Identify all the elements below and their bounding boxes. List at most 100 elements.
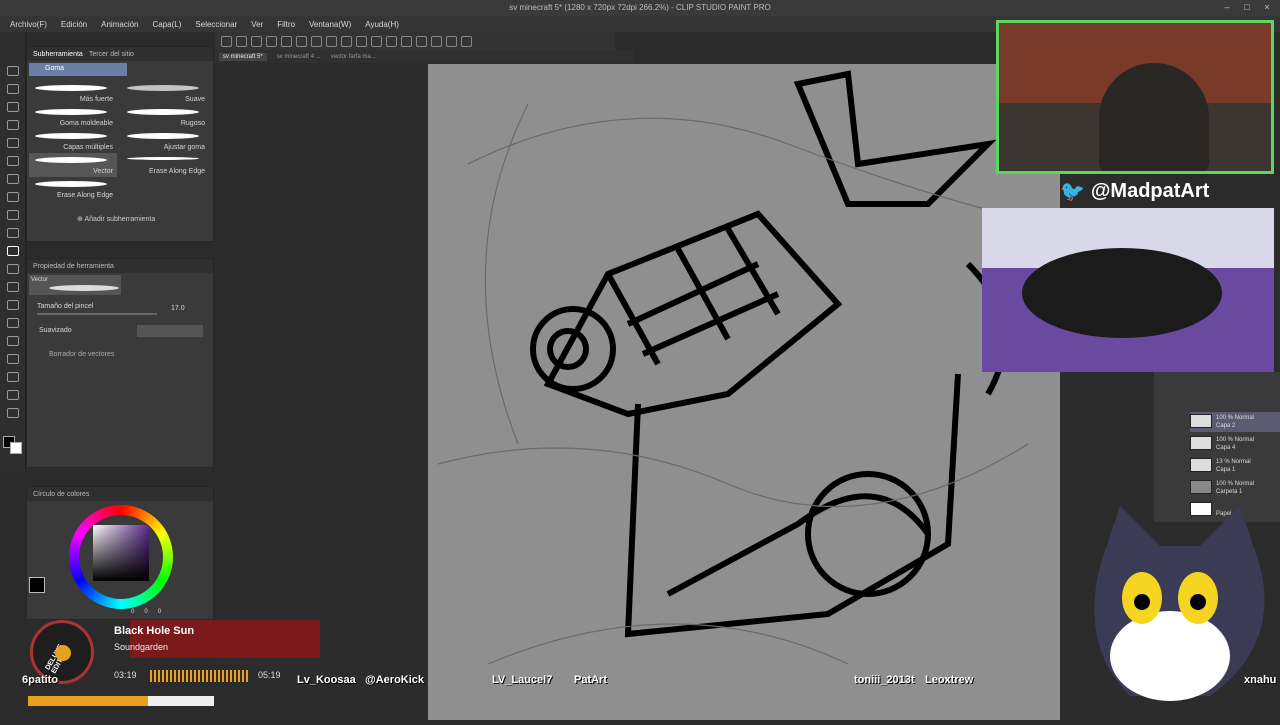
new-file-icon[interactable] xyxy=(221,35,232,47)
layer-thumbnail xyxy=(1190,458,1212,472)
brush-label: Más fuerte xyxy=(79,96,113,103)
brush-icon[interactable] xyxy=(386,35,397,47)
close-icon[interactable]: × xyxy=(1258,2,1276,13)
brush-goma-moldeable[interactable]: Goma moldeable xyxy=(29,105,117,129)
grid-icon[interactable] xyxy=(461,35,472,47)
brush-suave[interactable]: Suave xyxy=(121,81,209,105)
layer-row[interactable]: 13 % Normal Capa 1 xyxy=(1190,456,1280,476)
sub-color-swatch[interactable] xyxy=(10,442,22,454)
add-subtool-button[interactable]: ⊕ Añadir subherramienta xyxy=(77,215,155,223)
cat-webcam xyxy=(982,208,1274,372)
brush-vector[interactable]: Vector xyxy=(29,153,117,177)
zoom-icon[interactable] xyxy=(7,66,19,76)
menu-ver[interactable]: Ver xyxy=(251,20,263,29)
flip-icon[interactable] xyxy=(431,35,442,47)
folder-icon xyxy=(1190,480,1212,494)
menu-capa[interactable]: Capa(L) xyxy=(153,20,182,29)
menu-edicion[interactable]: Edición xyxy=(61,20,87,29)
open-file-icon[interactable] xyxy=(236,35,247,47)
snap-special-ruler-icon[interactable] xyxy=(371,35,382,47)
brush-label: Ajustar goma xyxy=(163,144,205,151)
layer-row[interactable]: 100 % Normal Carpeta 1 xyxy=(1190,478,1280,498)
brush-capas-multiples[interactable]: Capas múltiples xyxy=(29,129,117,153)
tab-sv-minecraft-4[interactable]: sv minecraft 4 ... xyxy=(277,54,321,60)
eraser-icon[interactable] xyxy=(7,246,19,256)
maximize-icon[interactable]: □ xyxy=(1238,2,1256,13)
pen-icon[interactable] xyxy=(7,156,19,166)
layer-row[interactable]: 100 % Normal Capa 4 xyxy=(1190,434,1280,454)
correct-line-icon[interactable] xyxy=(7,408,19,418)
minimize-icon[interactable]: – xyxy=(1218,2,1236,13)
frame-icon[interactable] xyxy=(7,336,19,346)
smoothing-selector[interactable] xyxy=(137,325,203,337)
vector-eraser-label: Borrador de vectores xyxy=(49,351,115,358)
chat-name: @AeroKick xyxy=(365,674,425,686)
save-icon[interactable] xyxy=(251,35,262,47)
current-color-swatch[interactable] xyxy=(29,577,45,593)
fill-tool-icon[interactable] xyxy=(7,282,19,292)
menu-ayuda[interactable]: Ayuda(H) xyxy=(365,20,399,29)
select-icon[interactable] xyxy=(416,35,427,47)
menu-seleccionar[interactable]: Seleccionar xyxy=(195,20,237,29)
chat-name: Leoxtrew xyxy=(925,674,974,686)
brush-erase-along-edge[interactable]: Erase Along Edge xyxy=(121,153,209,177)
fill-icon[interactable] xyxy=(401,35,412,47)
tab-tercer[interactable]: Tercer del sitio xyxy=(89,51,134,58)
brush-erase-along-edge-2[interactable]: Erase Along Edge xyxy=(29,177,117,201)
redo-icon[interactable] xyxy=(296,35,307,47)
gradient-icon[interactable] xyxy=(7,300,19,310)
ruler-icon[interactable] xyxy=(7,354,19,364)
decoration-icon[interactable] xyxy=(7,228,19,238)
text-icon[interactable] xyxy=(7,372,19,382)
blend-icon[interactable] xyxy=(7,264,19,274)
menu-animacion[interactable]: Animación xyxy=(101,20,138,29)
subtool-group-goma[interactable]: Goma xyxy=(29,63,127,76)
brush-size-value[interactable]: 17.0 xyxy=(171,305,185,312)
tab-subherramienta[interactable]: Subherramienta xyxy=(33,51,83,58)
balloon-icon[interactable] xyxy=(7,390,19,400)
brush-rugoso[interactable]: Rugoso xyxy=(121,105,209,129)
subtool-panel: Subherramienta Tercer del sitio Goma Más… xyxy=(26,46,214,242)
menu-ventana[interactable]: Ventana(W) xyxy=(309,20,351,29)
layer-row[interactable]: 100 % Normal Capa 2 xyxy=(1190,412,1280,432)
eyedropper-icon[interactable] xyxy=(7,138,19,148)
rotate-icon[interactable] xyxy=(446,35,457,47)
print-icon[interactable] xyxy=(266,35,277,47)
drawing-canvas[interactable] xyxy=(428,64,1060,720)
twitter-handle: 🐦 @MadpatArt xyxy=(1060,178,1250,204)
handle-text: @MadpatArt xyxy=(1090,179,1210,202)
tab-vector-farfa[interactable]: vector farfa ma... xyxy=(331,54,376,60)
crop-icon[interactable] xyxy=(341,35,352,47)
record-center xyxy=(55,645,71,661)
figure-icon[interactable] xyxy=(7,318,19,328)
menu-filtro[interactable]: Filtro xyxy=(277,20,295,29)
menu-archivo[interactable]: Archivo(F) xyxy=(10,20,47,29)
lasso-icon[interactable] xyxy=(7,120,19,130)
brush-ajustar-goma[interactable]: Ajustar goma xyxy=(121,129,209,153)
settings-icon[interactable] xyxy=(311,35,322,47)
tab-sv-minecraft-5[interactable]: sv minecraft 5* xyxy=(219,52,267,61)
snap-ruler-icon[interactable] xyxy=(356,35,367,47)
chat-name: xnahu xyxy=(1244,674,1277,686)
airbrush-icon[interactable] xyxy=(7,210,19,220)
pencil-icon[interactable] xyxy=(7,174,19,184)
transform-icon[interactable] xyxy=(326,35,337,47)
layer-name: Capa 2 xyxy=(1216,423,1236,429)
undo-icon[interactable] xyxy=(281,35,292,47)
stream-progress-strip xyxy=(28,696,214,706)
smoothing-label: Suavizado xyxy=(39,327,72,334)
operation-icon[interactable] xyxy=(7,102,19,112)
layer-blend: 100 % Normal xyxy=(1216,481,1255,487)
brush-label: Goma moldeable xyxy=(59,120,113,127)
layer-name: Carpeta 1 xyxy=(1216,489,1243,495)
move-icon[interactable] xyxy=(7,84,19,94)
brush-mas-fuerte[interactable]: Más fuerte xyxy=(29,81,117,105)
color-wheel-panel: Círculo de colores 0 0 0 xyxy=(26,486,214,620)
tool-palette xyxy=(0,32,26,472)
saturation-square[interactable] xyxy=(93,525,149,581)
brush-size-slider[interactable] xyxy=(37,313,157,315)
song-artist: Soundgarden xyxy=(114,642,169,652)
subtool-panel-header: Subherramienta Tercer del sitio xyxy=(27,47,213,61)
tool-property-header: Propiedad de herramienta xyxy=(27,259,213,273)
brush-tool-icon[interactable] xyxy=(7,192,19,202)
